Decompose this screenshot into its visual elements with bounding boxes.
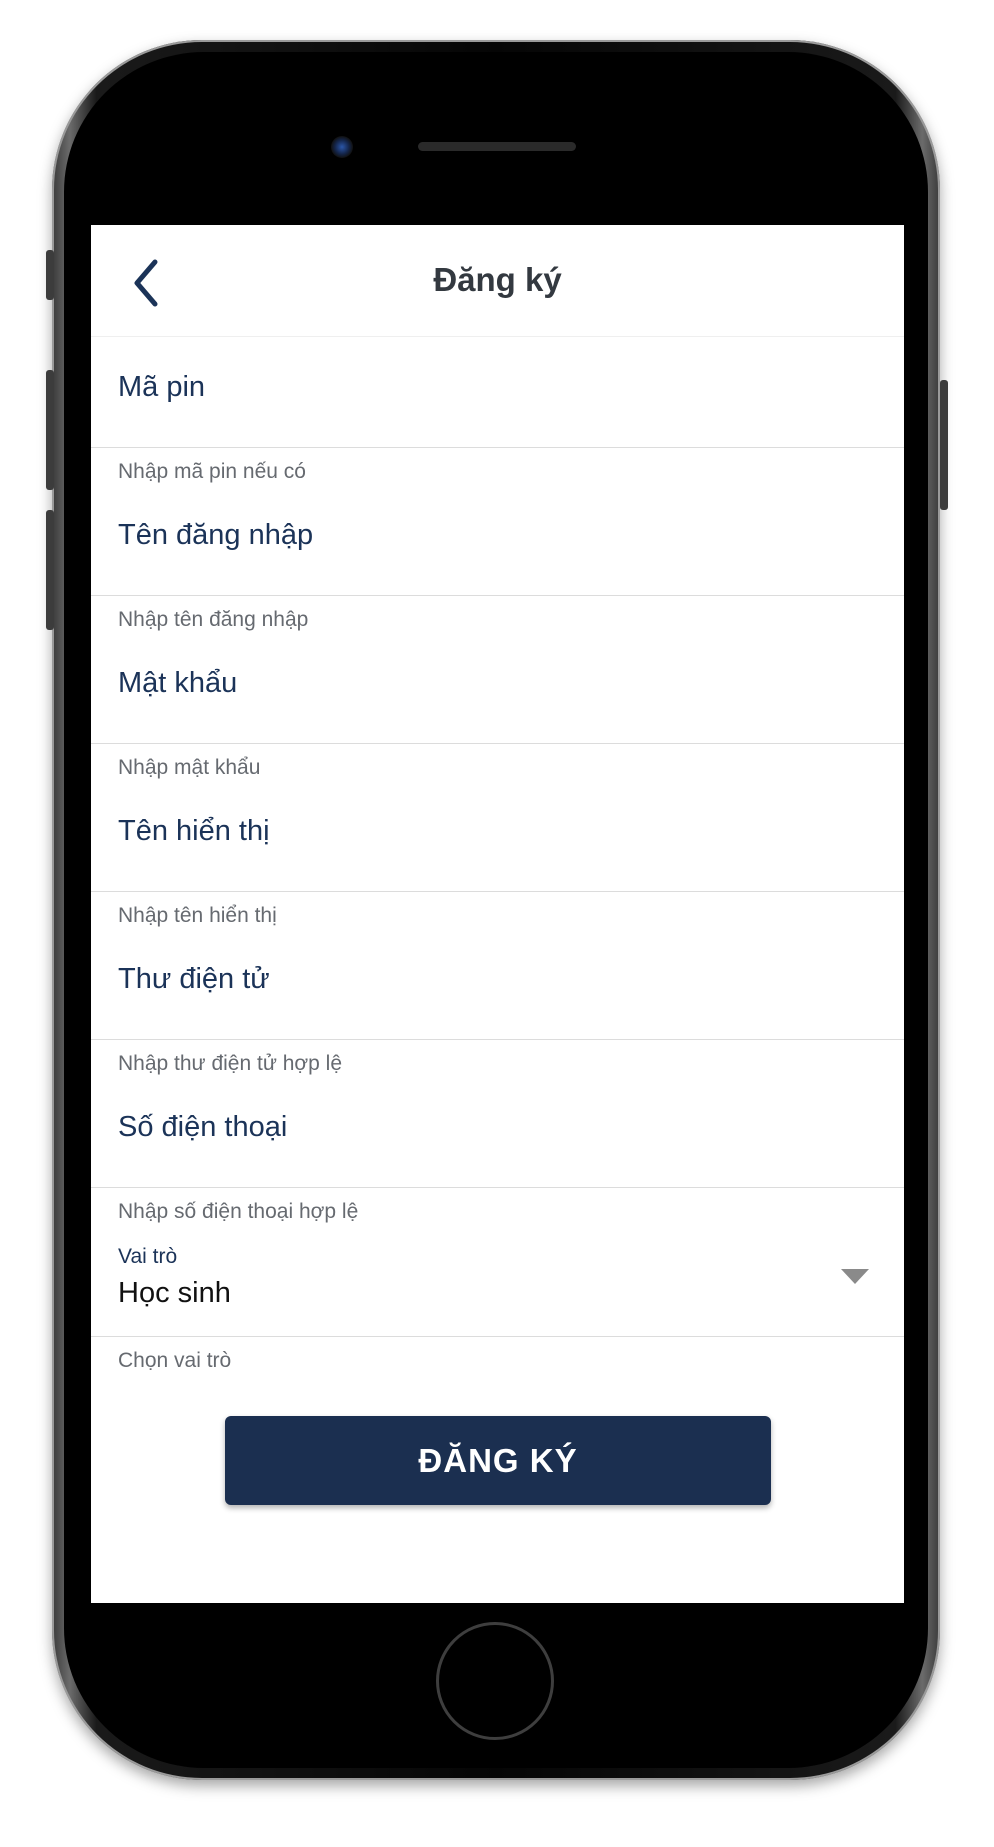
earpiece-speaker — [418, 142, 576, 151]
display-name-field[interactable]: Tên hiển thị Nhập tên hiển thị — [91, 781, 904, 929]
home-button[interactable] — [436, 1622, 554, 1740]
app-screen: Đăng ký Mã pin Nhập mã pin nếu có Tên đă… — [91, 225, 904, 1603]
password-label: Mật khẩu — [118, 667, 238, 699]
pin-underline — [91, 447, 904, 448]
mute-switch — [46, 250, 54, 300]
password-field[interactable]: Mật khẩu Nhập mật khẩu — [91, 633, 904, 781]
display-name-label: Tên hiển thị — [118, 815, 270, 847]
username-label: Tên đăng nhập — [118, 519, 314, 551]
role-value[interactable]: Học sinh — [118, 1277, 231, 1310]
pin-field[interactable]: Mã pin Nhập mã pin nếu có — [91, 337, 904, 485]
page-title: Đăng ký — [433, 261, 562, 298]
username-hint: Nhập tên đăng nhập — [118, 608, 309, 631]
registration-form: Mã pin Nhập mã pin nếu có Tên đăng nhập … — [91, 337, 904, 1405]
volume-up-button — [46, 370, 54, 490]
email-label: Thư điện tử — [118, 963, 270, 995]
username-field[interactable]: Tên đăng nhập Nhập tên đăng nhập — [91, 485, 904, 633]
password-underline — [91, 743, 904, 744]
role-underline — [91, 1336, 904, 1337]
role-label: Vai trò — [118, 1245, 178, 1268]
caret-down-icon[interactable] — [841, 1269, 869, 1284]
register-button[interactable]: ĐĂNG KÝ — [225, 1416, 771, 1505]
password-hint: Nhập mật khẩu — [118, 756, 261, 779]
app-header: Đăng ký — [91, 225, 904, 337]
role-select[interactable]: Vai trò Học sinh Chọn vai trò — [91, 1225, 904, 1405]
role-hint: Chọn vai trò — [118, 1349, 232, 1372]
pin-hint: Nhập mã pin nếu có — [118, 460, 306, 483]
display-name-hint: Nhập tên hiển thị — [118, 904, 277, 927]
pin-input[interactable] — [91, 337, 904, 447]
phone-hint: Nhập số điện thoại hợp lệ — [118, 1200, 359, 1223]
username-underline — [91, 595, 904, 596]
email-hint: Nhập thư điện tử hợp lệ — [118, 1052, 343, 1075]
front-camera — [331, 136, 353, 158]
phone-label: Số điện thoại — [118, 1111, 288, 1143]
email-underline — [91, 1039, 904, 1040]
email-field[interactable]: Thư điện tử Nhập thư điện tử hợp lệ — [91, 929, 904, 1077]
pin-label: Mã pin — [118, 371, 206, 403]
power-button — [940, 380, 948, 510]
phone-field[interactable]: Số điện thoại Nhập số điện thoại hợp lệ — [91, 1077, 904, 1225]
phone-underline — [91, 1187, 904, 1188]
display-name-underline — [91, 891, 904, 892]
volume-down-button — [46, 510, 54, 630]
